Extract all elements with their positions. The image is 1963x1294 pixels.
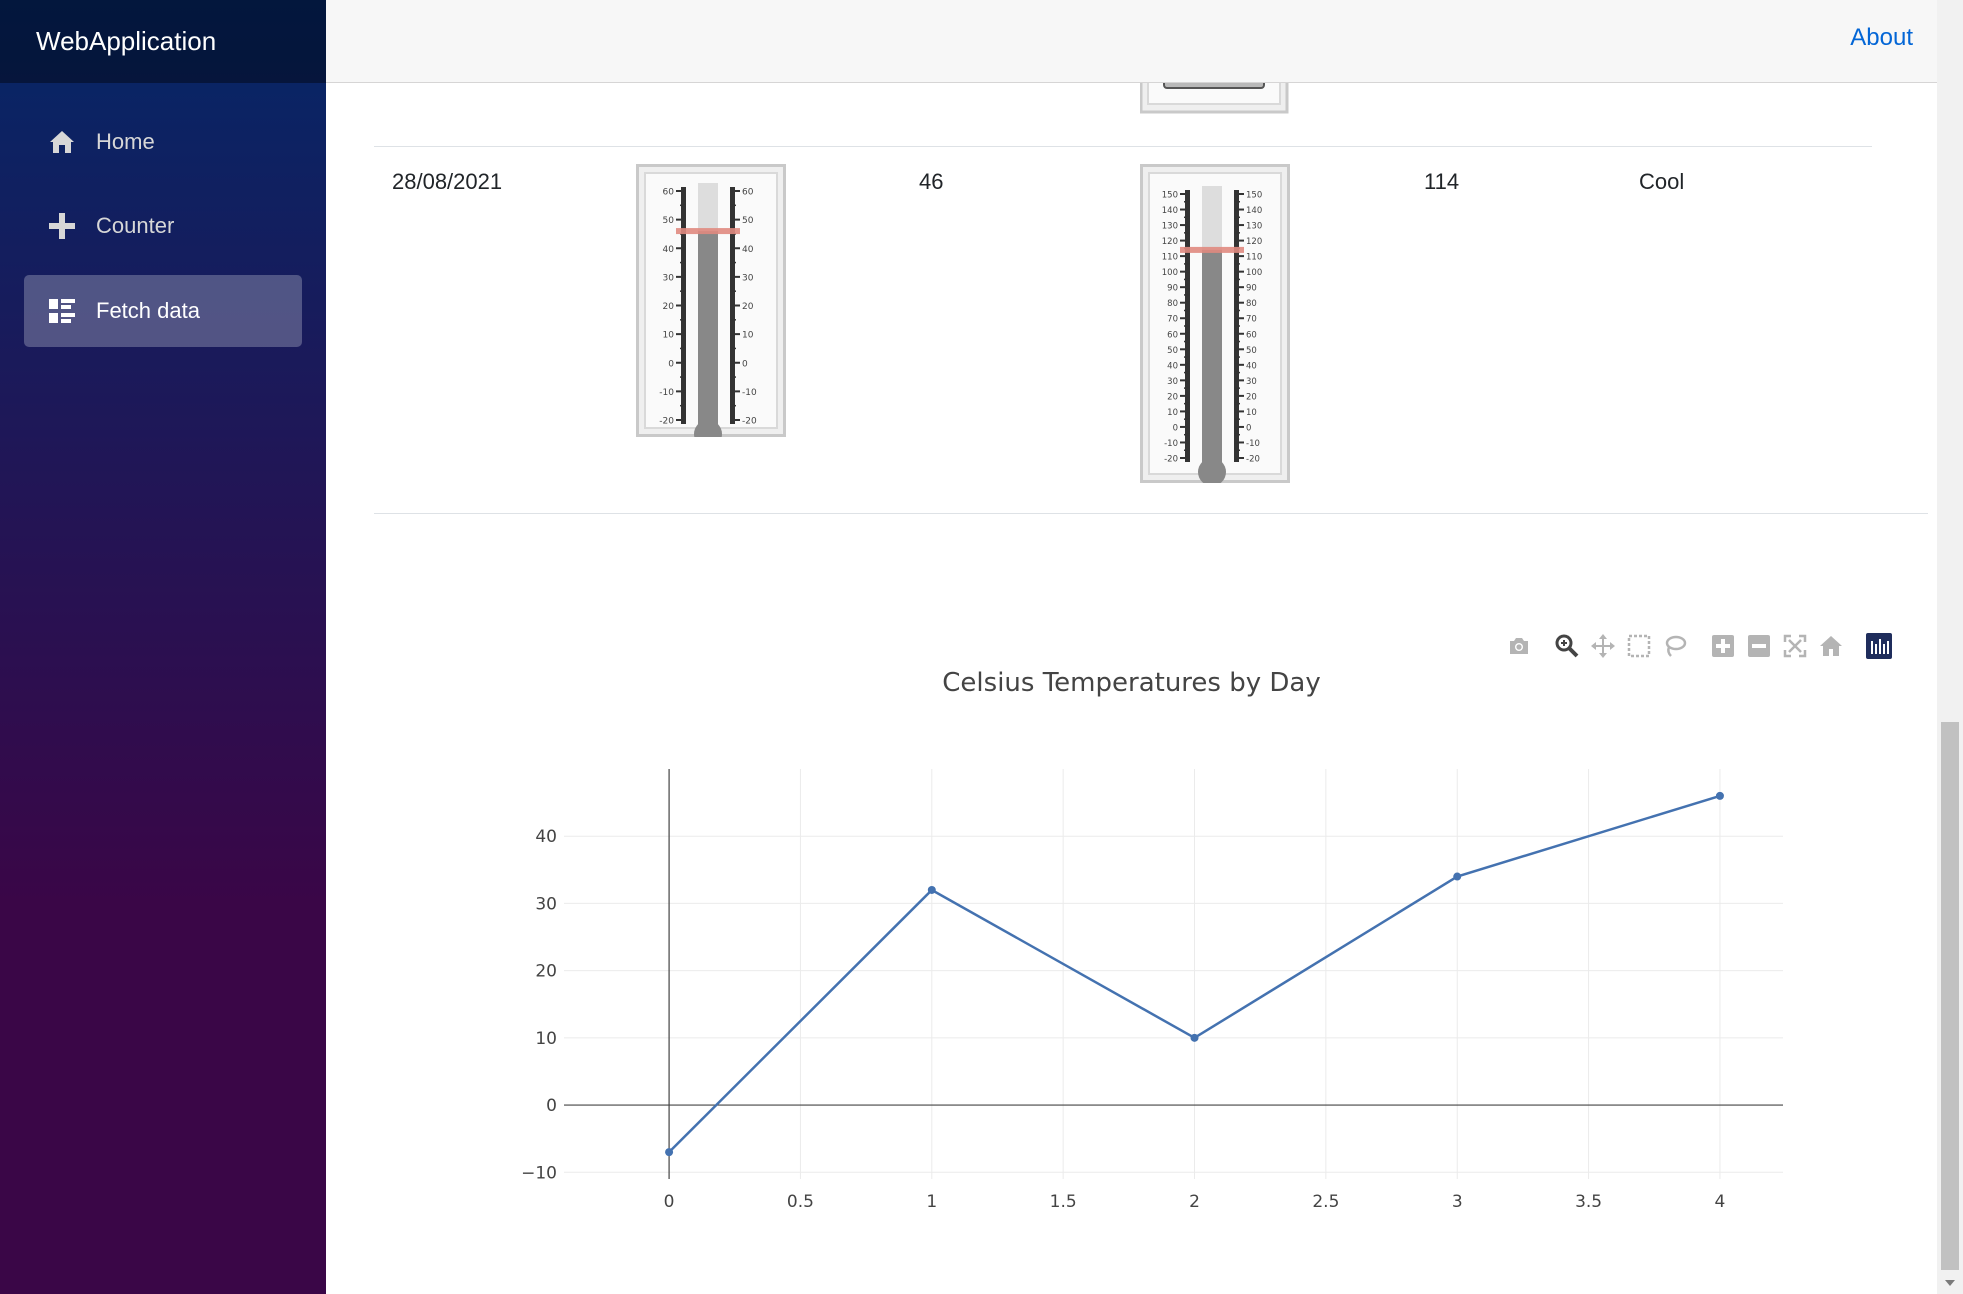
nav-item-label: Home bbox=[96, 129, 155, 154]
data-point bbox=[1453, 872, 1462, 881]
nav-item-home[interactable]: Home bbox=[24, 106, 302, 178]
home-icon bbox=[48, 128, 76, 156]
chart-plot-area: 0 0.5 1 1.5 2 2.5 3 3.5 4 −10 0 10 20 30 40 bbox=[521, 769, 1783, 1212]
data-point bbox=[1715, 791, 1724, 800]
x-tick-label: 1.5 bbox=[1050, 1192, 1077, 1212]
sidebar: WebApplication Home Counter Fetch data bbox=[0, 0, 326, 1294]
nav-item-fetch-data[interactable]: Fetch data bbox=[24, 275, 302, 347]
scrollbar-thumb[interactable] bbox=[1941, 722, 1959, 1270]
brand-title[interactable]: WebApplication bbox=[0, 0, 326, 83]
x-tick-label: 3.5 bbox=[1575, 1192, 1602, 1212]
y-tick-label: 40 bbox=[535, 827, 557, 847]
y-tick-label: −10 bbox=[521, 1163, 557, 1183]
data-point bbox=[927, 885, 936, 894]
y-tick-label: 0 bbox=[546, 1096, 557, 1116]
x-tick-label: 0 bbox=[664, 1192, 675, 1212]
y-tick-label: 30 bbox=[535, 894, 557, 914]
top-bar: About bbox=[326, 0, 1937, 83]
line-chart: 0 0.5 1 1.5 2 2.5 3 3.5 4 −10 0 10 20 30 40 bbox=[521, 769, 1783, 1212]
page-scrollbar[interactable] bbox=[1937, 0, 1963, 1294]
data-point bbox=[665, 1148, 674, 1157]
x-tick-label: 0.5 bbox=[787, 1192, 814, 1212]
x-tick-label: 3 bbox=[1452, 1192, 1463, 1212]
about-link[interactable]: About bbox=[1850, 24, 1913, 52]
x-tick-label: 2 bbox=[1189, 1192, 1200, 1212]
scroll-down-icon[interactable] bbox=[1945, 1280, 1955, 1286]
nav-item-counter[interactable]: Counter bbox=[24, 190, 302, 262]
y-tick-label: 20 bbox=[535, 962, 557, 982]
list-rich-icon bbox=[48, 297, 76, 325]
y-tick-label: 10 bbox=[535, 1029, 557, 1049]
nav-item-label: Counter bbox=[96, 213, 175, 238]
nav-item-label: Fetch data bbox=[96, 298, 200, 323]
main-content: 28/08/2021 60 60 50 50 40 40 30 30 20 20 10 10 0 0 -10… bbox=[326, 83, 1937, 1294]
plus-icon bbox=[48, 212, 76, 240]
x-tick-label: 2.5 bbox=[1312, 1192, 1339, 1212]
x-tick-label: 4 bbox=[1715, 1192, 1726, 1212]
data-point bbox=[1190, 1033, 1199, 1042]
x-tick-label: 1 bbox=[926, 1192, 937, 1212]
